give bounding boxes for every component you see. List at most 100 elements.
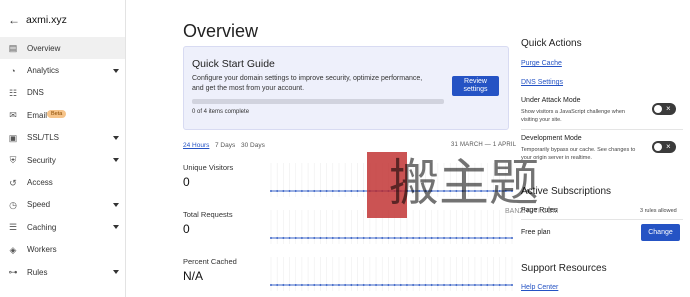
- sparkline-point: [319, 237, 322, 239]
- sparkline-point: [337, 284, 340, 286]
- change-plan-button[interactable]: Change: [641, 224, 680, 241]
- close-icon: ×: [666, 142, 671, 151]
- sparkline-point: [449, 237, 452, 239]
- sidebar-item-label: Workers: [27, 245, 57, 255]
- chevron-down-icon[interactable]: [113, 225, 119, 230]
- sidebar-item-speed[interactable]: ◷ Speed: [0, 194, 125, 216]
- sparkline-point: [467, 284, 470, 286]
- sparkline-point: [405, 190, 408, 192]
- chevron-down-icon[interactable]: [113, 270, 119, 275]
- tab-30-days[interactable]: 30 Days: [241, 142, 265, 149]
- sparkline-point: [424, 237, 427, 239]
- back-arrow-icon[interactable]: ←: [8, 13, 20, 27]
- sparkline-point: [375, 237, 378, 239]
- sidebar-item-access[interactable]: ↺ Access: [0, 171, 125, 193]
- dev-mode-description: Temporarily bypass our cache. See change…: [521, 147, 636, 161]
- help-center-link[interactable]: Help Center: [521, 284, 558, 291]
- stack-icon: ☰: [8, 222, 18, 233]
- sparkline-point: [405, 237, 408, 239]
- sidebar-item-security[interactable]: ⛨ Security: [0, 149, 125, 171]
- sparkline-point: [455, 237, 458, 239]
- sparkline-point: [412, 284, 415, 286]
- sparkline-point: [270, 190, 272, 192]
- sparkline-point: [319, 284, 322, 286]
- under-attack-toggle[interactable]: ×: [652, 103, 676, 115]
- support-resources-heading: Support Resources: [521, 263, 607, 274]
- sidebar-item-analytics[interactable]: ◔ Analytics: [0, 59, 125, 81]
- sparkline-point: [511, 284, 513, 286]
- sparkline-point: [337, 237, 340, 239]
- sidebar-item-ssl-tls[interactable]: ▣ SSL/TLS: [0, 127, 125, 149]
- site-name: axmi.xyz: [26, 14, 67, 26]
- site-header[interactable]: ← axmi.xyz: [0, 9, 125, 31]
- sparkline-point: [399, 190, 402, 192]
- sidebar-item-rules[interactable]: ⊶ Rules: [0, 261, 125, 283]
- quick-start-progress-bar: [192, 99, 444, 104]
- sidebar-item-label: SSL/TLS: [27, 133, 60, 143]
- sparkline-point: [375, 284, 378, 286]
- sparkline-point: [480, 190, 483, 192]
- main-content: Overview Quick Start Guide Configure you…: [126, 0, 516, 297]
- sparkline-point: [492, 237, 495, 239]
- sparkline-point: [307, 237, 310, 239]
- sidebar-item-label: Security: [27, 155, 56, 165]
- sparkline-point: [313, 284, 316, 286]
- sparkline-point: [313, 237, 316, 239]
- sparkline-point: [319, 190, 322, 192]
- sparkline-point: [325, 190, 328, 192]
- sparkline-point: [393, 237, 396, 239]
- sparkline-percent-cached: [270, 257, 513, 291]
- dns-settings-link[interactable]: DNS Settings: [521, 79, 563, 86]
- sidebar-item-email[interactable]: ✉ Email Beta: [0, 104, 125, 126]
- sparkline-point: [300, 237, 303, 239]
- right-panel: Quick Actions Purge Cache DNS Settings U…: [516, 0, 690, 297]
- chevron-down-icon[interactable]: [113, 202, 119, 207]
- sidebar-item-caching[interactable]: ☰ Caching: [0, 216, 125, 238]
- sparkline-point: [381, 237, 384, 239]
- sparkline-point: [461, 284, 464, 286]
- sidebar-item-label: Overview: [27, 43, 61, 53]
- sparkline-point: [381, 190, 384, 192]
- tab-7-days[interactable]: 7 Days: [215, 142, 235, 149]
- sparkline-point: [368, 284, 371, 286]
- filter-icon: ⊶: [8, 267, 18, 278]
- sparkline-point: [282, 237, 285, 239]
- chevron-down-icon[interactable]: [113, 158, 119, 163]
- access-icon: ↺: [9, 177, 17, 188]
- tab-24-hours[interactable]: 24 Hours: [183, 142, 209, 149]
- sparkline-point: [399, 284, 402, 286]
- sparkline-point: [288, 284, 291, 286]
- quick-start-card: Quick Start Guide Configure your domain …: [183, 46, 509, 130]
- sidebar-item-overview[interactable]: ▤ Overview: [0, 37, 125, 60]
- sparkline-point: [504, 237, 507, 239]
- sparkline-point: [307, 190, 310, 192]
- chevron-down-icon[interactable]: [113, 135, 119, 140]
- sparkline-point: [449, 190, 452, 192]
- workers-icon: ◈: [9, 244, 17, 255]
- sparkline-point: [350, 190, 353, 192]
- sparkline-point: [393, 284, 396, 286]
- sparkline-point: [344, 284, 347, 286]
- sparkline-point: [288, 237, 291, 239]
- sparkline-point: [294, 190, 297, 192]
- sparkline-point: [399, 237, 402, 239]
- review-settings-button[interactable]: Review settings: [452, 76, 499, 96]
- purge-cache-link[interactable]: Purge Cache: [521, 60, 562, 67]
- sparkline-point: [344, 237, 347, 239]
- chart-icon: ◔: [10, 65, 16, 76]
- metric-value: 0: [183, 222, 190, 236]
- under-attack-title: Under Attack Mode: [521, 97, 581, 104]
- sparkline-point: [337, 190, 340, 192]
- sidebar-item-workers[interactable]: ◈ Workers: [0, 239, 125, 261]
- document-icon: ▤: [8, 43, 18, 54]
- sparkline-point: [393, 190, 396, 192]
- plan-label: Free plan: [521, 229, 551, 236]
- sparkline-point: [473, 284, 476, 286]
- toggle-knob: [654, 105, 662, 113]
- sparkline-point: [467, 190, 470, 192]
- dev-mode-toggle[interactable]: ×: [652, 141, 676, 153]
- chevron-down-icon[interactable]: [113, 68, 119, 73]
- sparkline-unique-visitors: [270, 163, 513, 197]
- sidebar-item-dns[interactable]: ☷ DNS: [0, 82, 125, 104]
- sparkline-point: [300, 284, 303, 286]
